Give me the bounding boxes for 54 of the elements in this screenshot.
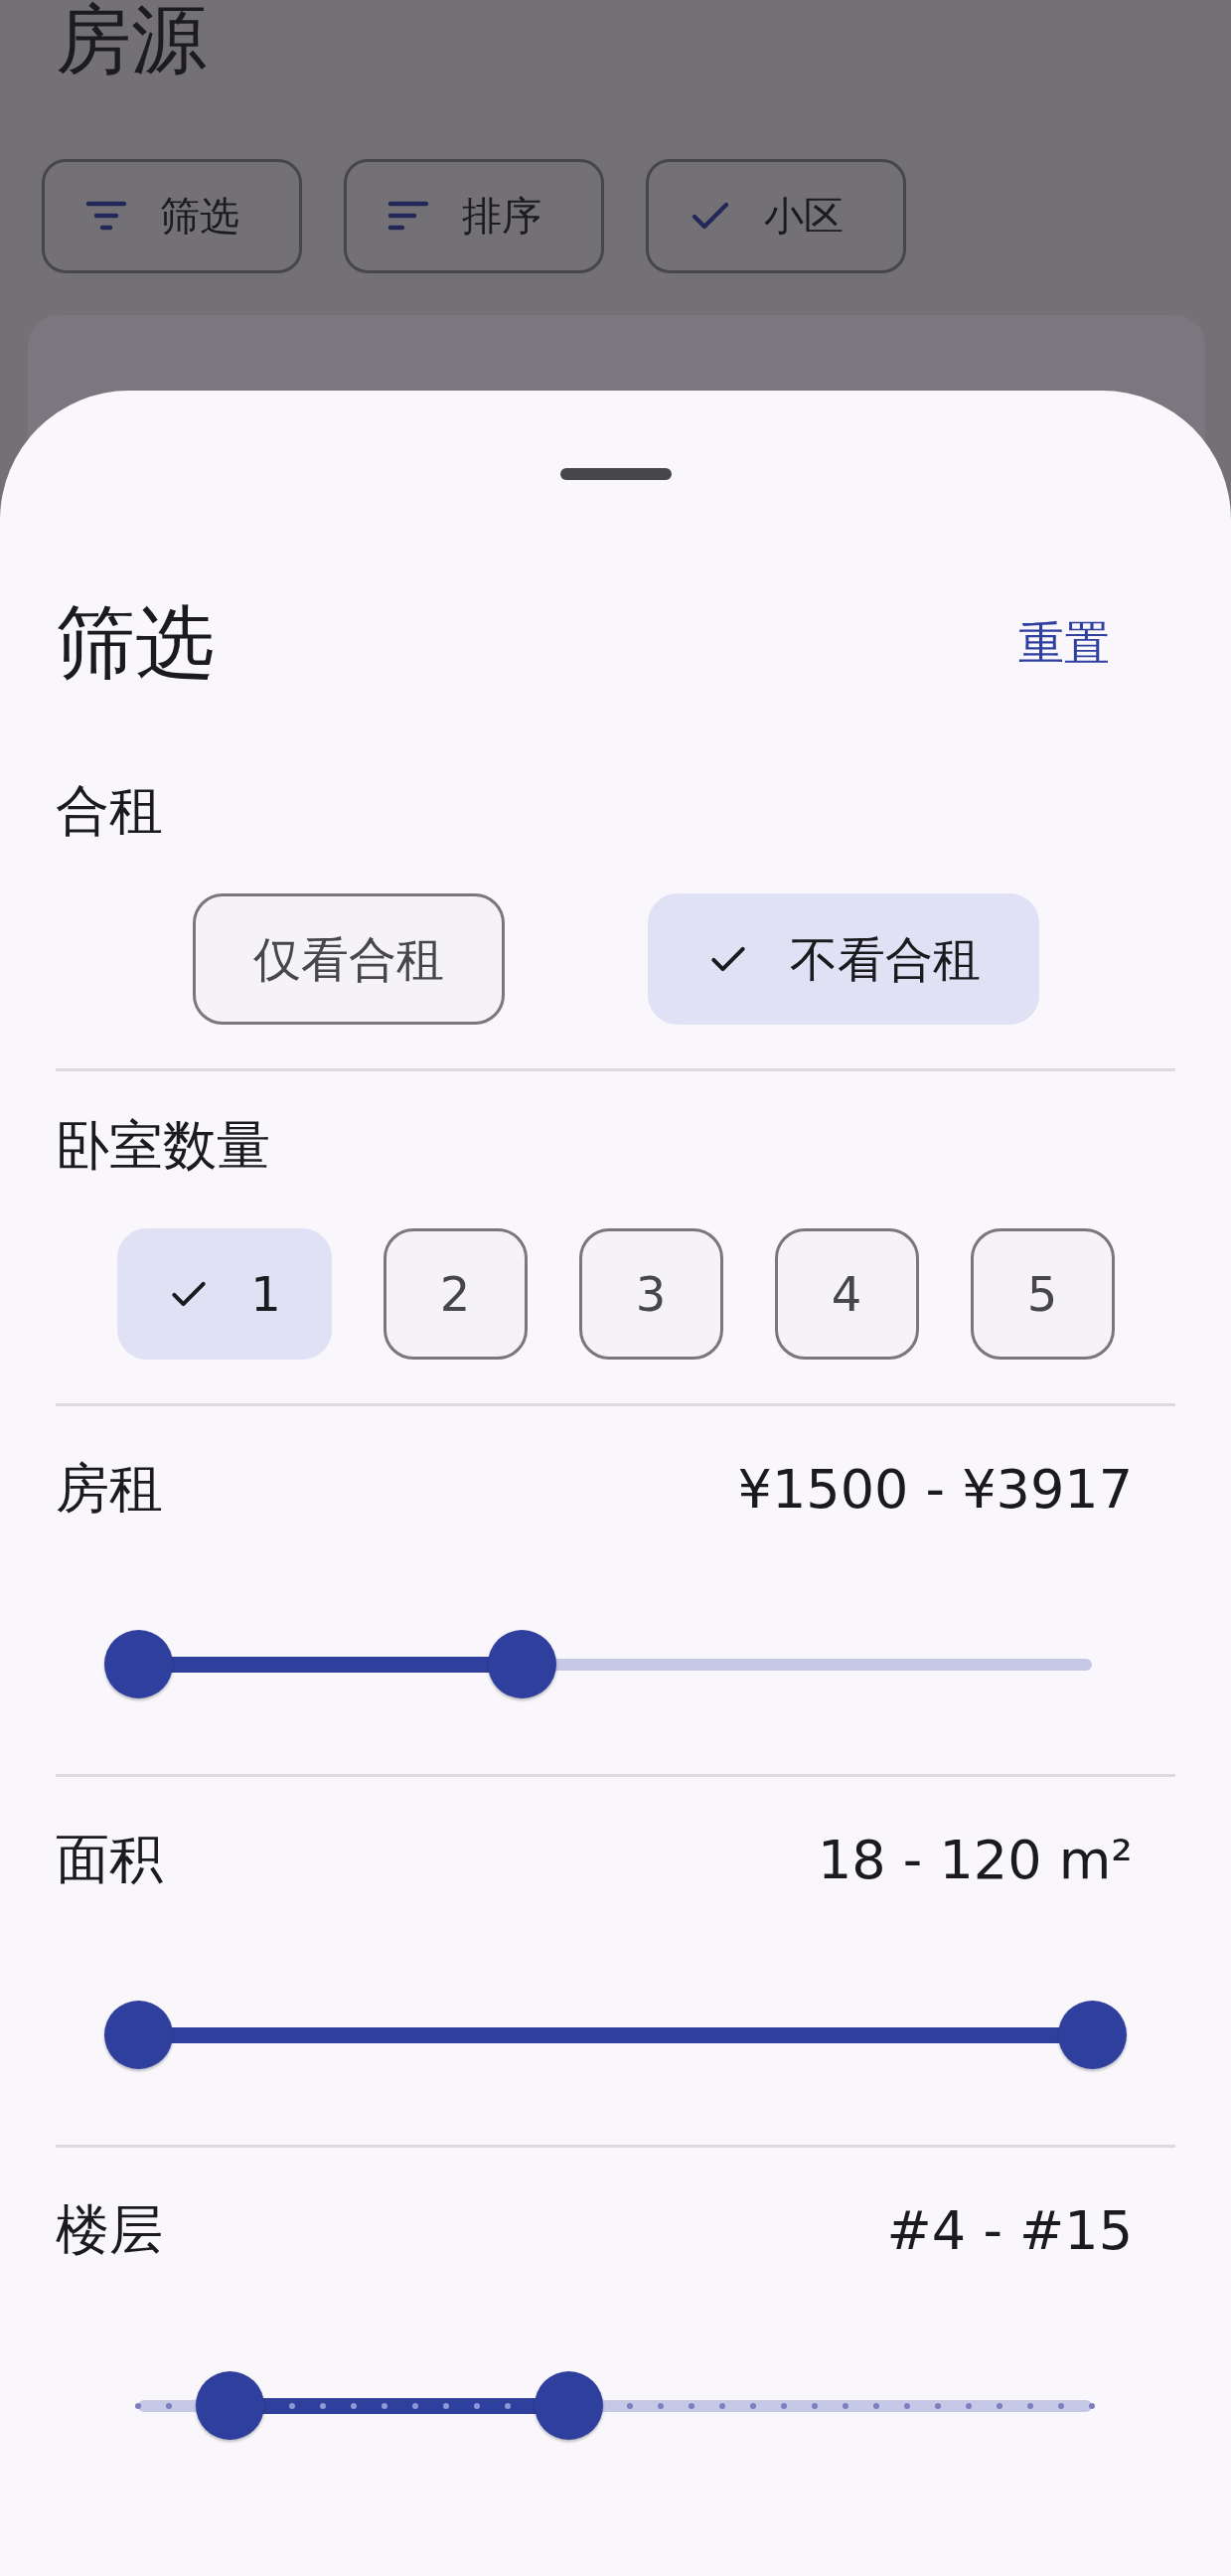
section-label: 卧室数量 [56,1113,270,1179]
section-label: 合租 [56,779,163,844]
section-label: 房租 [56,1456,163,1522]
tick-mark [750,2402,757,2409]
sheet-title: 筛选 [56,599,215,687]
tick-mark [381,2402,387,2409]
slider-thumb[interactable] [488,1630,557,1699]
filter-chip[interactable]: 3 [578,1227,723,1360]
filter-chip[interactable]: 仅看合租 [192,892,505,1025]
tick-mark [843,2402,849,2409]
tick-mark [504,2402,511,2409]
tick-mark [812,2402,819,2409]
tick-mark [689,2402,695,2409]
tick-mark [904,2402,911,2409]
tick-mark [719,2402,726,2409]
chip-button[interactable]: 排序 [344,158,604,273]
tick-mark [781,2402,788,2409]
section-label: 面积 [56,1827,163,1892]
filter-chip[interactable]: 1 [116,1227,332,1360]
tick-mark [997,2402,1003,2409]
tick-mark [350,2402,357,2409]
filter-chip[interactable]: 4 [774,1227,919,1360]
section-label: 楼层 [56,2197,163,2263]
filter-chip[interactable]: 不看合租 [647,892,1039,1025]
tick-mark [873,2402,880,2409]
page-title: 房源 [56,0,207,80]
reset-button[interactable]: 重置 [1018,608,1110,678]
slider-thumb[interactable] [1057,2001,1127,2070]
filter-chip[interactable]: 2 [383,1227,528,1360]
range-reading: 18 - 120 m² [818,1827,1133,1893]
chip-button[interactable]: 筛选 [42,158,302,273]
slider-thumb[interactable] [103,2001,173,2070]
tick-mark [135,2402,141,2409]
tick-mark [627,2402,634,2409]
slider-thumb[interactable] [535,2371,604,2441]
tick-mark [1027,2402,1034,2409]
tick-mark [473,2402,480,2409]
tick-mark [288,2402,295,2409]
tick-mark [319,2402,326,2409]
chip-button[interactable]: 小区 [646,158,906,273]
tick-mark [411,2402,418,2409]
tick-mark [966,2402,973,2409]
tick-mark [935,2402,942,2409]
tick-mark [1089,2402,1095,2409]
slider-thumb[interactable] [103,1630,173,1699]
tick-mark [658,2402,665,2409]
tick-mark [442,2402,449,2409]
tick-mark [165,2402,172,2409]
range-reading: #4 - #15 [886,2197,1133,2264]
tick-mark [1058,2402,1065,2409]
slider-thumb[interactable] [196,2371,265,2441]
range-reading: ¥1500 - ¥3917 [737,1456,1133,1523]
filter-chip[interactable]: 5 [970,1227,1115,1360]
drag-handle[interactable] [559,468,672,480]
